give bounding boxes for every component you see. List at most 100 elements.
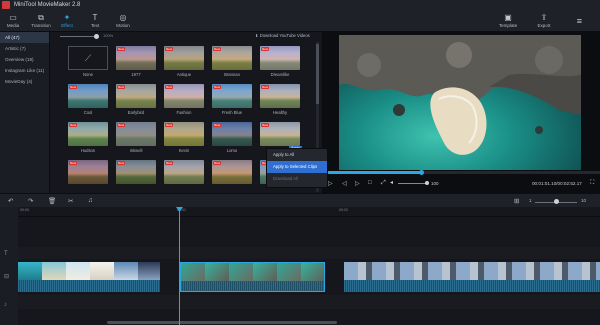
toolbar-media-label: Media xyxy=(6,23,20,28)
effect-thumbnail: New xyxy=(212,160,252,184)
split-icon[interactable]: ✂ xyxy=(68,197,73,205)
menu-item-apply-to-all[interactable]: Apply to All xyxy=(267,149,327,161)
toolbar-template[interactable]: ▣ Template xyxy=(495,10,521,32)
effect-tile[interactable]: New Antique xyxy=(164,46,204,80)
toolbar-export-label: Export xyxy=(537,23,551,28)
player-panel: ▷ ◁ ▷ □ ⤢ ◂ 100 00:01:01.10/00:02:52.17 … xyxy=(322,32,600,193)
sidebar-item-movieday[interactable]: MovieDay (4) xyxy=(0,76,49,87)
effect-tile[interactable]: New xyxy=(164,160,204,194)
volume-slider-knob[interactable] xyxy=(425,181,429,185)
effect-tile[interactable]: ⟋ None xyxy=(68,46,108,80)
effect-name: Earlybird xyxy=(127,110,145,115)
toolbar-transition[interactable]: ⧉ Transition xyxy=(28,10,54,32)
undo-icon[interactable]: ↶ xyxy=(8,197,13,205)
effect-name: Inkwell xyxy=(129,148,143,153)
new-badge: New xyxy=(165,161,174,165)
new-badge: New xyxy=(69,123,78,127)
timeline-zoom-knob[interactable] xyxy=(554,199,559,204)
new-badge: New xyxy=(213,161,222,165)
track-headers: T ⊟ ♪ xyxy=(0,207,18,325)
zoom-fit-icon[interactable]: ⊞ xyxy=(514,197,519,205)
effect-name: Fresh Blue xyxy=(221,110,243,115)
next-frame-icon[interactable]: ▷ xyxy=(355,180,360,187)
video-clip-selected[interactable] xyxy=(180,262,325,292)
playback-progress-knob[interactable] xyxy=(419,170,424,175)
effect-category-sidebar: All (47) Artistic (7) Overview (19) Inst… xyxy=(0,32,50,193)
effect-thumbnail: New xyxy=(260,122,300,146)
effect-thumbnail: New xyxy=(68,84,108,108)
menu-icon[interactable]: ≡ xyxy=(577,16,582,26)
video-clip[interactable] xyxy=(344,262,600,292)
toolbar-export[interactable]: ⇪ Export xyxy=(531,10,557,32)
effect-tile[interactable]: New Earlybird xyxy=(116,84,156,118)
effect-thumbnail: New xyxy=(164,122,204,146)
sidebar-item-overview[interactable]: Overview (19) xyxy=(0,54,49,65)
volume-icon[interactable]: ◂ xyxy=(390,179,393,186)
effect-name: 1977 xyxy=(131,72,141,77)
video-track-icon: ⊟ xyxy=(4,274,10,280)
toolbar-text[interactable]: T Text xyxy=(82,10,108,32)
effect-tile[interactable]: New Lomo xyxy=(212,122,252,156)
app-logo-icon xyxy=(2,1,10,9)
effect-thumbnail: New xyxy=(212,84,252,108)
timeline-area: T ⊟ ♪ 00:00 00:01 00:02 xyxy=(0,207,600,325)
effect-tile[interactable]: New xyxy=(116,160,156,194)
effect-tile[interactable]: New Hudson xyxy=(68,122,108,156)
effect-tile[interactable]: New Kevin xyxy=(164,122,204,156)
play-icon[interactable]: ▷ xyxy=(328,180,333,187)
effect-tile[interactable]: New Dreamlike xyxy=(260,46,300,80)
effect-thumbnail: New xyxy=(116,84,156,108)
timeline-ruler[interactable]: 00:00 00:01 00:02 xyxy=(18,207,600,217)
new-badge: New xyxy=(165,85,174,89)
effect-tile[interactable]: New Cool xyxy=(68,84,108,118)
effect-tile[interactable]: New 1977 xyxy=(116,46,156,80)
effect-tile[interactable]: New Inkwell xyxy=(116,122,156,156)
previous-frame-icon[interactable]: ◁ xyxy=(342,180,347,187)
effect-tile[interactable]: New Fashion xyxy=(164,84,204,118)
download-youtube-link[interactable]: ⬇ Download YouTube Videos xyxy=(255,33,310,38)
sidebar-item-all[interactable]: All (47) xyxy=(0,32,49,43)
menu-item-apply-to-selected-clips[interactable]: Apply to Selected Clips xyxy=(267,161,327,173)
sidebar-item-artistic[interactable]: Artistic (7) xyxy=(0,43,49,54)
video-clip[interactable] xyxy=(18,262,160,292)
delete-icon[interactable]: 🗑 xyxy=(48,197,56,205)
new-badge: New xyxy=(117,47,126,51)
no-effect-icon: ⟋ xyxy=(68,46,108,70)
effect-name: Lomo xyxy=(226,148,238,153)
effect-tile[interactable]: New xyxy=(68,160,108,194)
new-badge: New xyxy=(261,47,270,51)
fullscreen-icon[interactable]: ⤢ xyxy=(381,180,386,187)
effect-tile[interactable]: New Brannan xyxy=(212,46,252,80)
effect-thumbnail: New xyxy=(68,122,108,146)
toolbar-effect-label: Effect xyxy=(61,23,73,28)
export-icon: ⇪ xyxy=(540,13,548,22)
fullscreen-toggle-icon[interactable]: ⛶ xyxy=(590,180,594,187)
redo-icon[interactable]: ↷ xyxy=(28,197,33,205)
timeline-horizontal-scrollbar[interactable] xyxy=(107,321,337,324)
menu-item-download-all[interactable]: Download All xyxy=(267,173,327,185)
effect-name: Cool xyxy=(83,110,93,115)
audio-icon[interactable]: ♫ xyxy=(88,197,93,204)
zoom-max-label: 10 xyxy=(581,198,587,203)
new-badge: New xyxy=(117,85,126,89)
effect-thumbnail: New xyxy=(116,46,156,70)
thumbnail-size-slider[interactable] xyxy=(60,36,98,37)
new-badge: New xyxy=(261,123,270,127)
effect-tile[interactable]: New Healthy xyxy=(260,84,300,118)
music-lane[interactable] xyxy=(18,295,600,309)
thumbnail-size-slider-knob[interactable] xyxy=(94,34,99,39)
playhead[interactable] xyxy=(179,207,180,325)
toolbar-motion[interactable]: ◎ Motion xyxy=(110,10,136,32)
new-badge: New xyxy=(213,47,222,51)
effect-tile[interactable]: New Fresh Blue xyxy=(212,84,252,118)
library-scrollbar-thumb[interactable] xyxy=(316,44,319,104)
stop-icon[interactable]: □ xyxy=(368,180,372,186)
effect-thumbnail: New xyxy=(116,160,156,184)
effect-tile[interactable]: New xyxy=(212,160,252,194)
text-lane[interactable] xyxy=(18,247,600,259)
volume-slider[interactable] xyxy=(398,183,426,184)
sidebar-item-instagram-like[interactable]: Instagram Like (11) xyxy=(0,65,49,76)
transition-icon: ⧉ xyxy=(38,13,44,22)
toolbar-media[interactable]: ▭ Media xyxy=(0,10,26,32)
toolbar-effect[interactable]: ✦ Effect xyxy=(54,10,80,32)
